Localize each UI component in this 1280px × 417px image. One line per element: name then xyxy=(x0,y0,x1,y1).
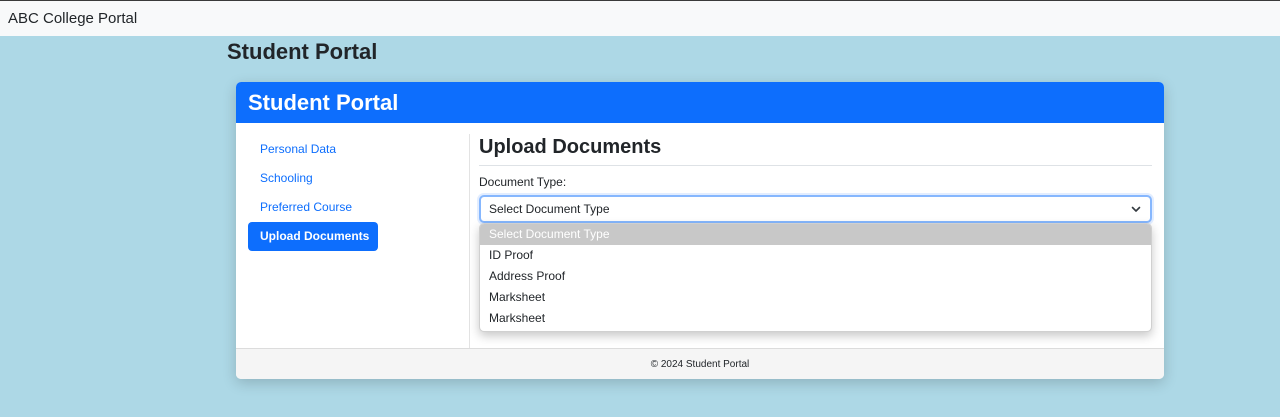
document-type-label: Document Type: xyxy=(479,175,567,189)
option-marksheet-2[interactable]: Marksheet xyxy=(480,308,1151,329)
upload-section: Upload Documents Document Type: Select D… xyxy=(479,136,1152,223)
vertical-divider xyxy=(469,134,470,348)
document-type-select-value: Select Document Type xyxy=(489,202,610,216)
option-marksheet[interactable]: Marksheet xyxy=(480,287,1151,308)
card-header-title: Student Portal xyxy=(248,89,399,115)
footer-text: © 2024 Student Portal xyxy=(650,358,750,370)
section-title: Upload Documents xyxy=(479,136,1152,166)
option-address-proof[interactable]: Address Proof xyxy=(480,266,1151,287)
document-type-select[interactable]: Select Document Type xyxy=(479,195,1152,223)
sidebar-nav: Personal Data Schooling Preferred Course… xyxy=(248,135,378,251)
navbar-brand[interactable]: ABC College Portal xyxy=(8,10,137,27)
sidebar-item-personal-data[interactable]: Personal Data xyxy=(248,135,378,164)
option-id-proof[interactable]: ID Proof xyxy=(480,245,1151,266)
sidebar-item-preferred-course[interactable]: Preferred Course xyxy=(248,193,378,222)
chevron-down-icon xyxy=(1131,206,1141,212)
sidebar-item-upload-documents[interactable]: Upload Documents xyxy=(248,222,378,251)
navbar: ABC College Portal xyxy=(0,0,1280,36)
sidebar-item-schooling[interactable]: Schooling xyxy=(248,164,378,193)
card-header: Student Portal xyxy=(236,82,1164,123)
portal-card: Student Portal Personal Data Schooling P… xyxy=(236,82,1164,379)
option-select-document-type[interactable]: Select Document Type xyxy=(480,224,1151,245)
document-type-dropdown: Select Document Type ID Proof Address Pr… xyxy=(479,223,1152,332)
page-title: Student Portal xyxy=(227,39,378,64)
card-footer: © 2024 Student Portal xyxy=(236,348,1164,379)
